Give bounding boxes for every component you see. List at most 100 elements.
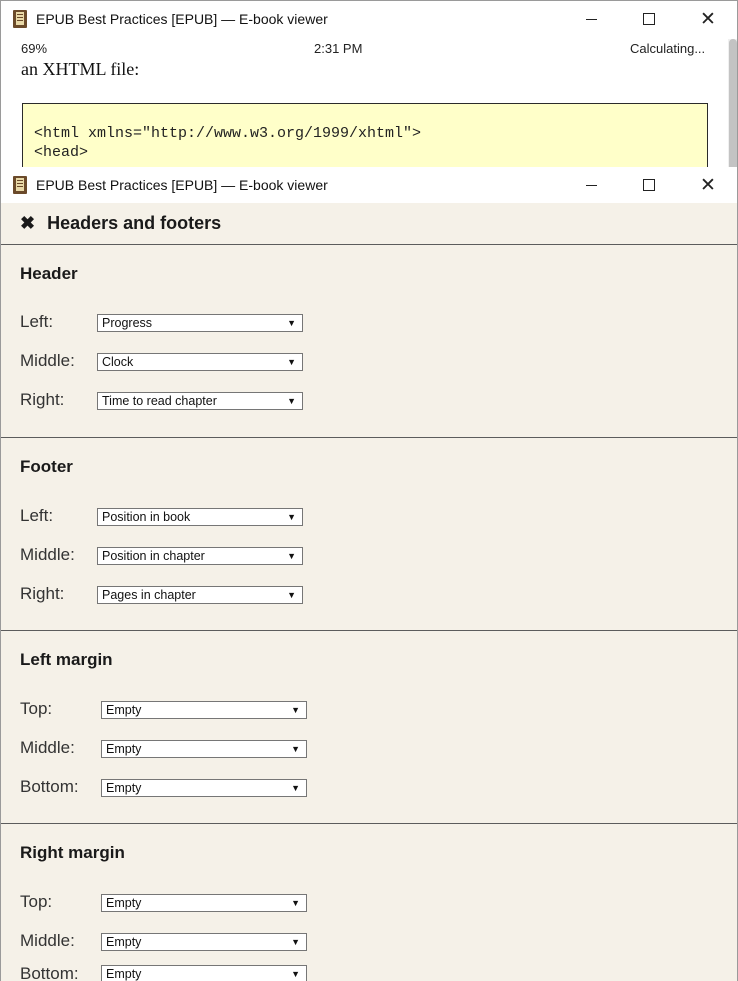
section-title: Left margin bbox=[20, 650, 113, 669]
clock-status: 2:31 PM bbox=[314, 41, 363, 56]
maximize-button[interactable] bbox=[620, 167, 678, 203]
time-status: Calculating... bbox=[630, 41, 706, 56]
chevron-down-icon: ▼ bbox=[287, 551, 296, 561]
maximize-icon bbox=[643, 13, 655, 25]
header-left-row: Left: bbox=[20, 310, 53, 334]
close-icon: ✕ bbox=[700, 174, 716, 196]
right-margin-top-row: Top: bbox=[20, 890, 52, 914]
header-right-row: Right: bbox=[20, 388, 64, 412]
header-left-select[interactable]: Progress ▼ bbox=[97, 314, 303, 332]
select-value: Empty bbox=[106, 781, 142, 795]
chevron-down-icon: ▼ bbox=[291, 969, 300, 979]
right-margin-middle-row: Middle: bbox=[20, 929, 75, 953]
minimize-button[interactable] bbox=[562, 1, 620, 37]
close-button[interactable]: ✕ bbox=[679, 1, 737, 37]
footer-left-row: Left: bbox=[20, 504, 53, 528]
right-margin-bottom-row: Bottom: bbox=[20, 962, 79, 981]
field-label: Top: bbox=[20, 699, 53, 718]
select-value: Position in book bbox=[102, 510, 191, 524]
progress-status: 69% bbox=[21, 41, 48, 56]
back-viewer-window: EPUB Best Practices [EPUB] — E-book view… bbox=[0, 0, 738, 170]
select-value: Empty bbox=[106, 703, 142, 717]
footer-right-select[interactable]: Pages in chapter ▼ bbox=[97, 586, 303, 604]
header-section: Header Left: Progress ▼ Middle: Clock ▼ Ri… bbox=[1, 245, 737, 438]
panel-title: Headers and footers bbox=[47, 213, 222, 233]
footer-left-select[interactable]: Position in book ▼ bbox=[97, 508, 303, 526]
section-title: Footer bbox=[20, 457, 73, 476]
right-margin-top-select[interactable]: Empty ▼ bbox=[101, 894, 307, 912]
select-value: Time to read chapter bbox=[102, 394, 217, 408]
field-label: Bottom: bbox=[20, 777, 79, 796]
chevron-down-icon: ▼ bbox=[291, 937, 300, 947]
field-label: Middle: bbox=[20, 545, 75, 564]
field-label: Left: bbox=[20, 312, 54, 331]
minimize-icon bbox=[585, 18, 597, 20]
select-value: Position in chapter bbox=[102, 549, 205, 563]
field-label: Top: bbox=[20, 892, 53, 911]
chevron-down-icon: ▼ bbox=[287, 318, 296, 328]
select-value: Empty bbox=[106, 896, 142, 910]
chevron-down-icon: ▼ bbox=[287, 512, 296, 522]
left-margin-top-row: Top: bbox=[20, 697, 52, 721]
close-button[interactable]: ✕ bbox=[679, 167, 737, 203]
chevron-down-icon: ▼ bbox=[287, 396, 296, 406]
right-margin-middle-select[interactable]: Empty ▼ bbox=[101, 933, 307, 951]
field-label: Middle: bbox=[20, 738, 75, 757]
window-title: EPUB Best Practices [EPUB] — E-book view… bbox=[36, 11, 328, 27]
chevron-down-icon: ▼ bbox=[291, 705, 300, 715]
left-margin-bottom-row: Bottom: bbox=[20, 775, 79, 799]
field-label: Bottom: bbox=[20, 964, 79, 981]
footer-middle-select[interactable]: Position in chapter ▼ bbox=[97, 547, 303, 565]
book-text: an XHTML file: bbox=[21, 59, 140, 79]
footer-middle-row: Middle: bbox=[20, 543, 75, 567]
left-margin-middle-select[interactable]: Empty ▼ bbox=[101, 740, 307, 758]
select-value: Empty bbox=[106, 967, 142, 981]
minimize-button[interactable] bbox=[562, 167, 620, 203]
section-title: Header bbox=[20, 264, 78, 283]
headers-footers-window: EPUB Best Practices [EPUB] — E-book view… bbox=[0, 167, 738, 981]
chevron-down-icon: ▼ bbox=[291, 783, 300, 793]
close-icon: ✕ bbox=[700, 8, 716, 30]
right-margin-section: Right margin Top: Empty ▼ Middle: Empty ▼ … bbox=[1, 824, 737, 981]
scrollbar-thumb[interactable] bbox=[729, 39, 737, 170]
section-title: Right margin bbox=[20, 843, 125, 862]
header-right-select[interactable]: Time to read chapter ▼ bbox=[97, 392, 303, 410]
field-label: Right: bbox=[20, 390, 65, 409]
vertical-scrollbar[interactable] bbox=[728, 39, 737, 170]
chevron-down-icon: ▼ bbox=[291, 744, 300, 754]
field-label: Middle: bbox=[20, 931, 75, 950]
field-label: Right: bbox=[20, 584, 65, 603]
maximize-icon bbox=[643, 179, 655, 191]
right-margin-bottom-select[interactable]: Empty ▼ bbox=[101, 965, 307, 981]
code-line: <html xmlns="http://www.w3.org/1999/xhtm… bbox=[34, 125, 422, 142]
header-middle-row: Middle: bbox=[20, 349, 75, 373]
left-margin-middle-row: Middle: bbox=[20, 736, 75, 760]
book-icon bbox=[12, 10, 29, 28]
maximize-button[interactable] bbox=[620, 1, 678, 37]
chevron-down-icon: ▼ bbox=[291, 898, 300, 908]
left-margin-bottom-select[interactable]: Empty ▼ bbox=[101, 779, 307, 797]
book-icon bbox=[12, 176, 29, 194]
close-x-icon[interactable]: ✖ bbox=[20, 213, 35, 234]
header-middle-select[interactable]: Clock ▼ bbox=[97, 353, 303, 371]
select-value: Empty bbox=[106, 742, 142, 756]
select-value: Progress bbox=[102, 316, 153, 330]
select-value: Empty bbox=[106, 935, 142, 949]
chevron-down-icon: ▼ bbox=[287, 357, 296, 367]
code-line: <head> bbox=[34, 144, 89, 161]
footer-right-row: Right: bbox=[20, 582, 64, 606]
footer-section: Footer Left: Position in book ▼ Middle: P… bbox=[1, 438, 737, 631]
select-value: Clock bbox=[102, 355, 134, 369]
title-bar[interactable]: EPUB Best Practices [EPUB] — E-book view… bbox=[1, 1, 737, 37]
panel-header: ✖ Headers and footers bbox=[1, 203, 737, 245]
minimize-icon bbox=[585, 184, 597, 186]
title-bar[interactable]: EPUB Best Practices [EPUB] — E-book view… bbox=[1, 167, 737, 203]
field-label: Middle: bbox=[20, 351, 75, 370]
left-margin-section: Left margin Top: Empty ▼ Middle: Empty ▼ B… bbox=[1, 631, 737, 824]
window-title: EPUB Best Practices [EPUB] — E-book view… bbox=[36, 177, 328, 193]
select-value: Pages in chapter bbox=[102, 588, 196, 602]
chevron-down-icon: ▼ bbox=[287, 590, 296, 600]
left-margin-top-select[interactable]: Empty ▼ bbox=[101, 701, 307, 719]
field-label: Left: bbox=[20, 506, 54, 525]
code-block: <html xmlns="http://www.w3.org/1999/xhtm… bbox=[22, 103, 708, 170]
